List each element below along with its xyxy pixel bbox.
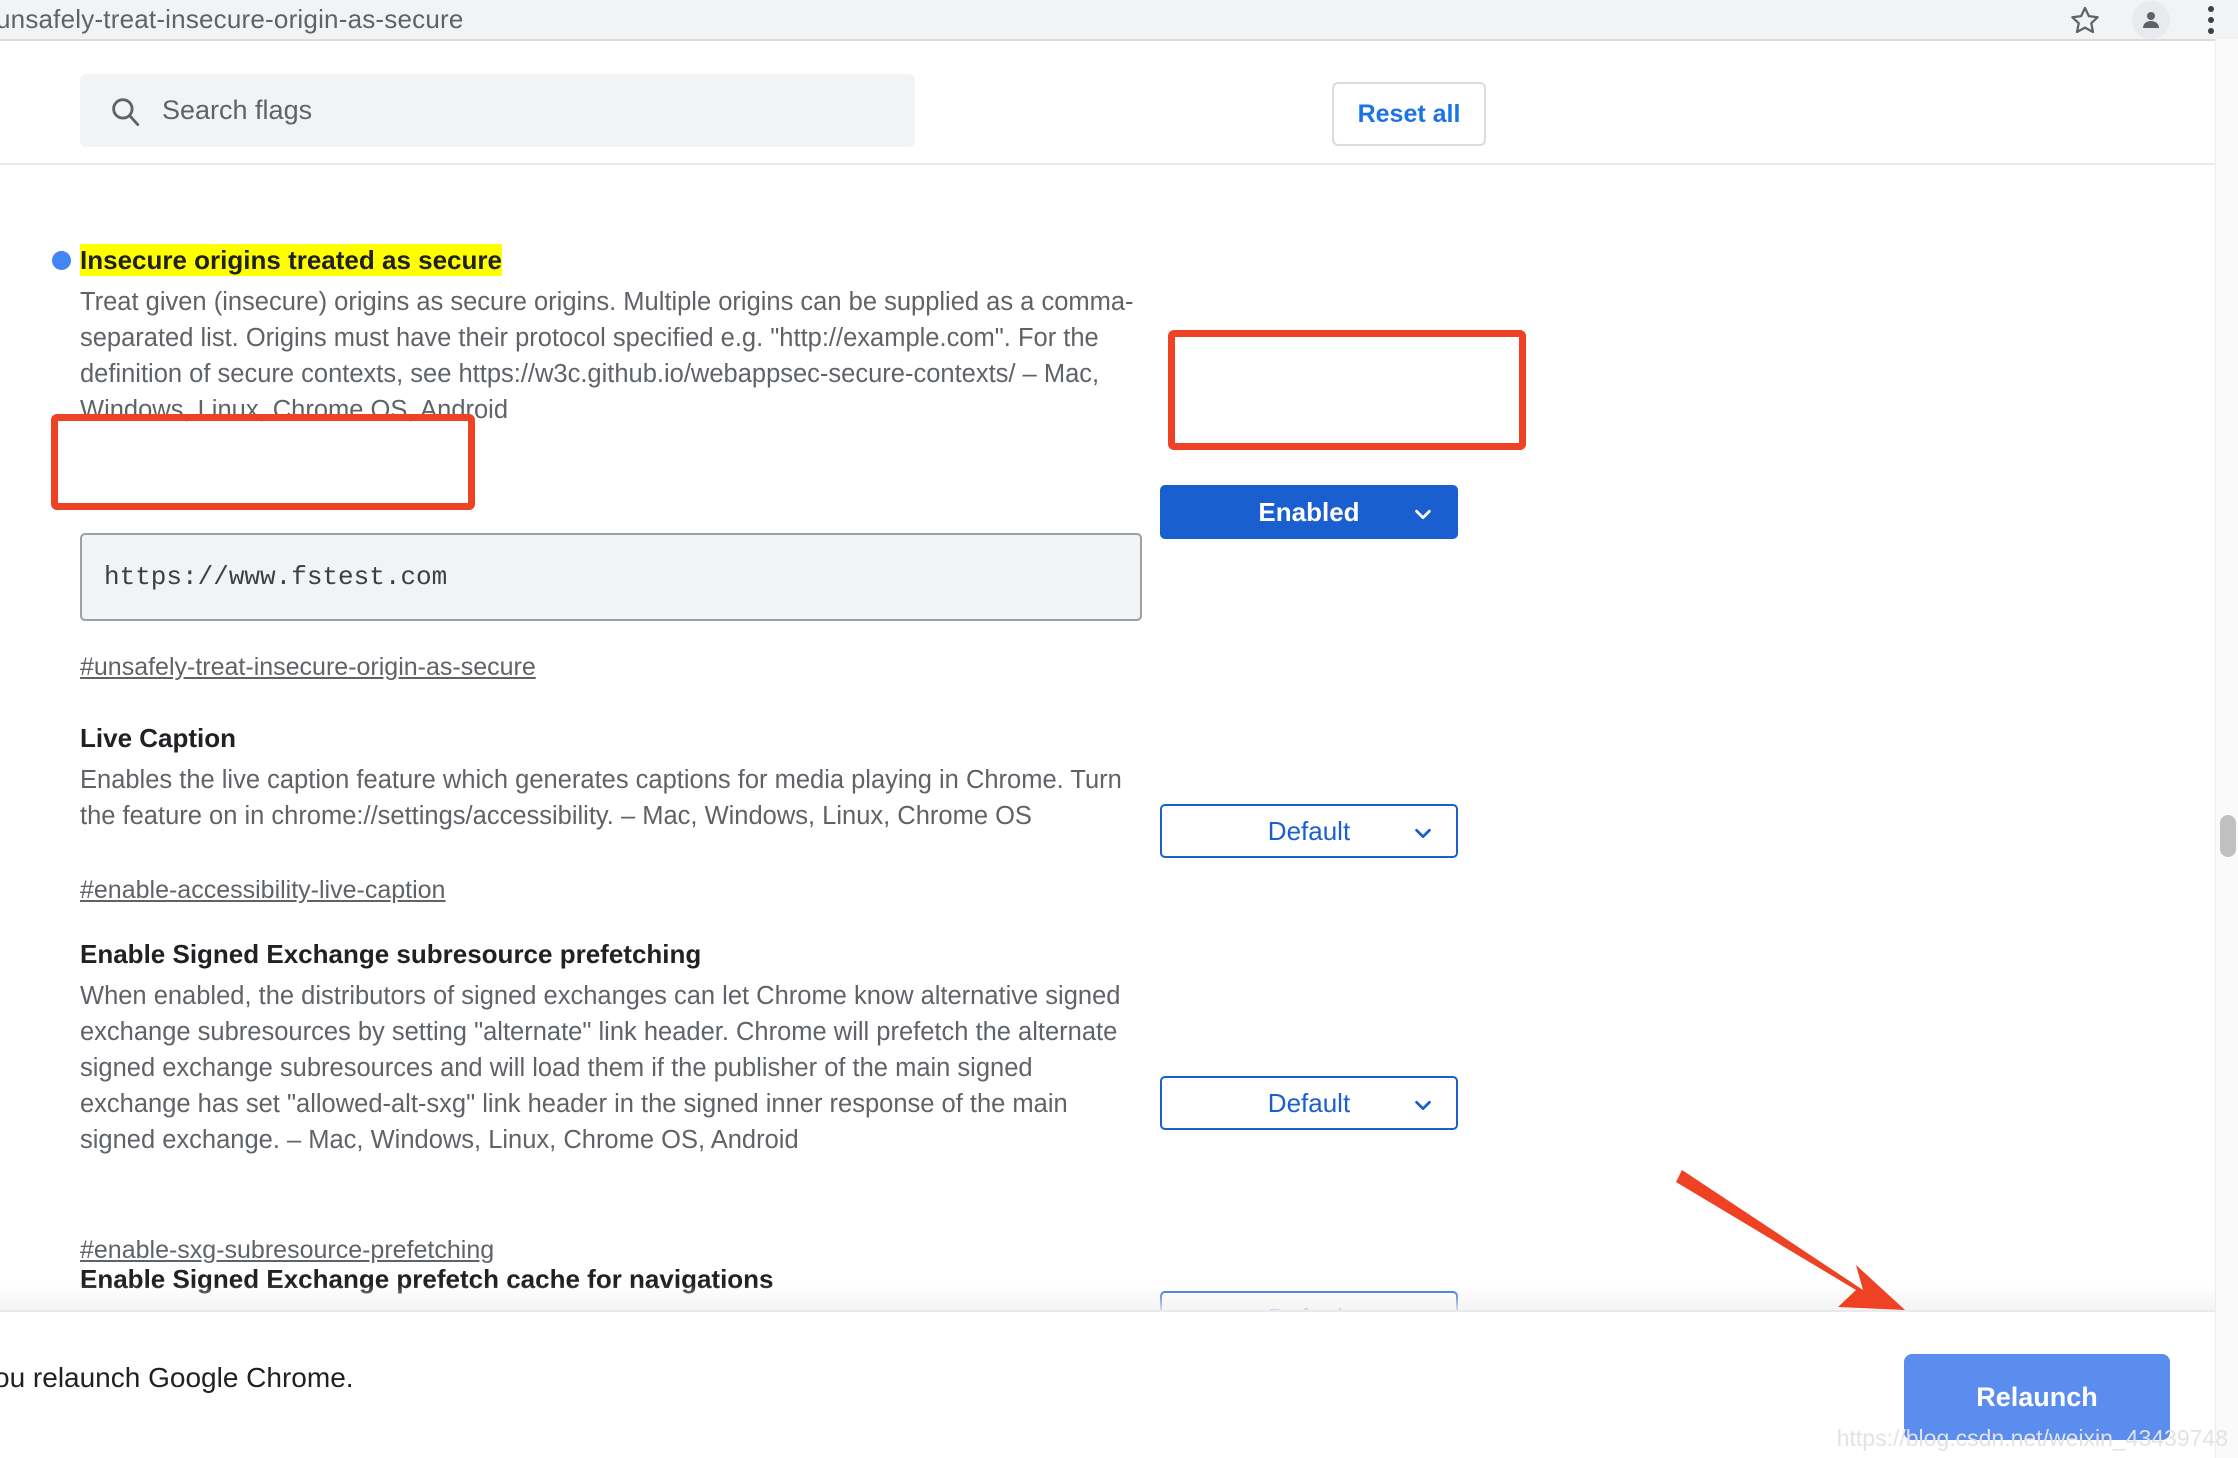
flag-description: Treat given (insecure) origins as secure…	[80, 288, 1134, 424]
three-dot-menu-icon[interactable]	[2198, 1, 2224, 39]
browser-omnibox-bar: unsafely-treat-insecure-origin-as-secure	[0, 0, 2238, 39]
scrollbar-thumb[interactable]	[2220, 815, 2236, 857]
flag-title: Insecure origins treated as secure	[80, 244, 502, 276]
flag-anchor-link[interactable]: #unsafely-treat-insecure-origin-as-secur…	[80, 653, 536, 682]
search-input[interactable]: Search flags	[80, 74, 915, 147]
flag-select-insecure-origins[interactable]: Enabled	[1160, 485, 1458, 539]
insecure-origins-textarea[interactable]: https://www.fstest.com	[80, 533, 1142, 621]
star-icon[interactable]	[2066, 1, 2104, 39]
relaunch-message: ou relaunch Google Chrome.	[0, 1362, 354, 1393]
chevron-down-icon	[1412, 1092, 1434, 1114]
flag-title: Enable Signed Exchange subresource prefe…	[80, 939, 702, 969]
chevron-down-icon	[1412, 820, 1434, 842]
flag-anchor-link[interactable]: #enable-accessibility-live-caption	[80, 876, 445, 905]
flag-select-value: Enabled	[1258, 496, 1360, 527]
search-icon	[108, 94, 142, 128]
search-input-placeholder: Search flags	[162, 95, 313, 125]
chevron-down-icon	[1412, 501, 1434, 523]
omnibox-url-text[interactable]: unsafely-treat-insecure-origin-as-secure	[0, 4, 464, 35]
relaunch-bar: ou relaunch Google Chrome. Relaunch	[0, 1310, 2215, 1458]
flag-description: When enabled, the distributors of signed…	[80, 982, 1121, 1154]
flag-select-value: Default	[1267, 1087, 1351, 1118]
flag-title: Live Caption	[80, 723, 237, 753]
flag-select-live-caption[interactable]: Default	[1160, 804, 1458, 858]
chrome-flags-page: Search flags Reset all Insecure origins …	[0, 41, 2215, 1458]
flag-text-block: Insecure origins treated as secure Treat…	[80, 243, 1140, 428]
flag-anchor-link[interactable]: #enable-sxg-subresource-prefetching	[80, 1236, 494, 1265]
flag-select-sxg-subresource[interactable]: Default	[1160, 1076, 1458, 1130]
omnibox-actions	[2066, 0, 2230, 39]
page-scrollbar[interactable]	[2215, 39, 2238, 1458]
flag-title: Enable Signed Exchange prefetch cache fo…	[80, 1264, 774, 1294]
relaunch-button[interactable]: Relaunch	[1904, 1354, 2170, 1440]
flag-text-block: Live Caption Enables the live caption fe…	[80, 721, 1140, 834]
screen: unsafely-treat-insecure-origin-as-secure	[0, 0, 2238, 1458]
flag-select-value: Default	[1267, 815, 1351, 846]
flag-text-block: Enable Signed Exchange subresource prefe…	[80, 937, 1140, 1158]
flags-search-header: Search flags Reset all	[0, 41, 2215, 165]
flag-description: Enables the live caption feature which g…	[80, 766, 1122, 830]
person-avatar-icon[interactable]	[2132, 0, 2170, 39]
flag-title-wrap: Insecure origins treated as secure	[80, 243, 1140, 277]
reset-all-button[interactable]: Reset all	[1332, 82, 1486, 146]
flags-list: Insecure origins treated as secure Treat…	[0, 165, 2215, 1458]
insecure-origins-value: https://www.fstest.com	[104, 562, 448, 592]
flag-modified-dot-icon	[52, 251, 71, 270]
